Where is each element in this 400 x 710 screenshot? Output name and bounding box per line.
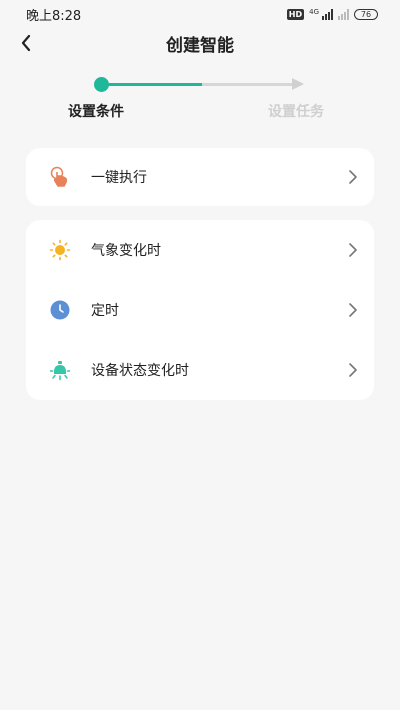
stepper-progress-line <box>102 83 202 86</box>
page-title: 创建智能 <box>166 36 234 56</box>
weather-change-label: 气象变化时 <box>91 243 161 259</box>
status-time: 晚上8:28 <box>26 8 82 24</box>
network-type-label: 4G <box>309 7 319 16</box>
signal-weak-icon <box>338 8 349 20</box>
status-icons: HD 4G 76 <box>286 7 378 20</box>
stepper-current-dot <box>94 77 109 92</box>
one-tap-execute-label: 一键执行 <box>91 170 147 186</box>
timer-item[interactable]: 定时 <box>26 280 374 340</box>
status-bar: 晚上8:28 HD 4G 76 <box>0 0 400 28</box>
tap-hand-icon <box>49 166 71 188</box>
chevron-right-icon <box>348 302 358 318</box>
signal-icon <box>322 8 333 20</box>
battery-icon: 76 <box>354 8 378 20</box>
one-tap-execute-item[interactable]: 一键执行 <box>26 148 374 206</box>
stepper: 设置条件 设置任务 <box>0 72 400 122</box>
step-label-tasks: 设置任务 <box>268 104 324 120</box>
light-bulb-icon <box>49 359 71 381</box>
header: 创建智能 <box>0 28 400 58</box>
chevron-right-icon <box>348 242 358 258</box>
stepper-arrow-icon <box>292 78 304 90</box>
step-label-conditions: 设置条件 <box>68 104 124 120</box>
hd-icon: HD <box>286 8 305 20</box>
sun-icon <box>49 239 71 261</box>
trigger-conditions-card: 气象变化时 定时 设备状态变化时 <box>26 220 374 400</box>
chevron-right-icon <box>348 362 358 378</box>
clock-icon <box>49 299 71 321</box>
chevron-right-icon <box>348 169 358 185</box>
weather-change-item[interactable]: 气象变化时 <box>26 220 374 280</box>
stepper-remaining-line <box>202 83 294 86</box>
quick-action-card: 一键执行 <box>26 148 374 206</box>
timer-label: 定时 <box>91 303 119 319</box>
device-state-change-label: 设备状态变化时 <box>91 363 189 379</box>
device-state-change-item[interactable]: 设备状态变化时 <box>26 340 374 400</box>
